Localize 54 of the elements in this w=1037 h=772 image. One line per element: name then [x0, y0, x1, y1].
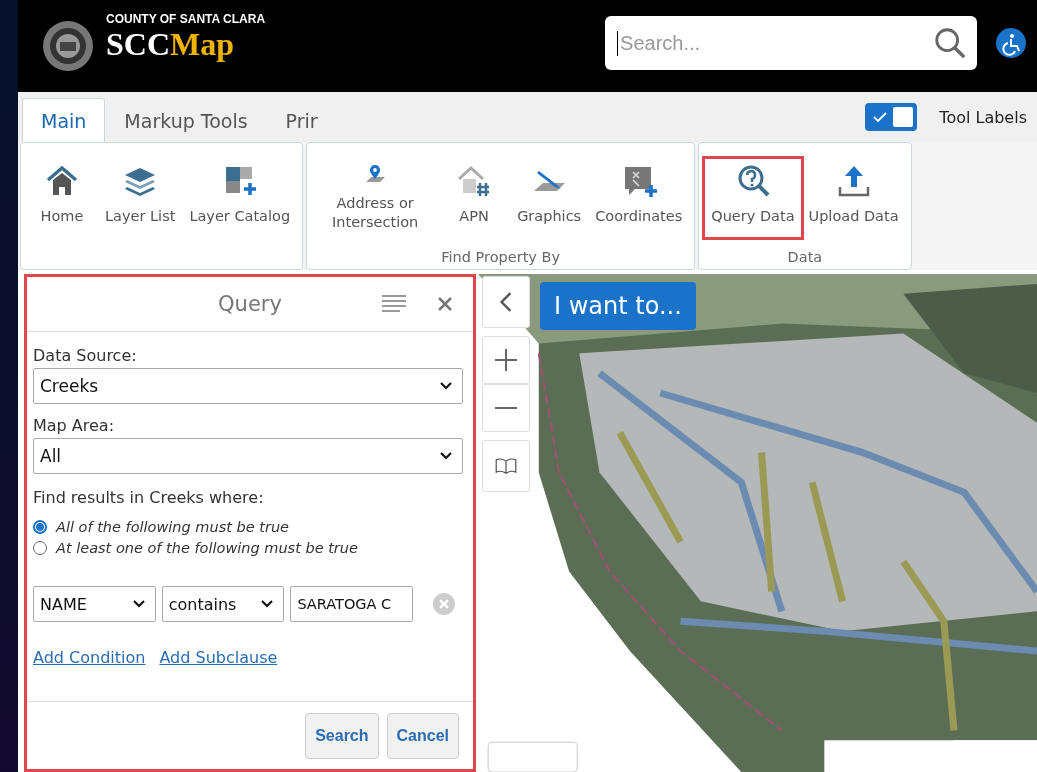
- toolbar-button[interactable]: Home: [27, 159, 97, 237]
- radio-button[interactable]: [33, 520, 47, 534]
- chevron-icon: [261, 600, 274, 608]
- toolbar-button[interactable]: Query Data: [705, 159, 801, 237]
- toggle-switch[interactable]: [865, 103, 918, 131]
- app-name: SCC: [106, 25, 170, 63]
- chevron-icon: [440, 382, 452, 390]
- toggle-label: Tool Labels: [939, 107, 1027, 127]
- close-icon[interactable]: [437, 296, 453, 312]
- book-icon: [495, 455, 517, 477]
- data-source-dropdown[interactable]: Creeks: [33, 368, 463, 404]
- field-dropdown[interactable]: NAME: [33, 586, 156, 622]
- toolbar-button[interactable]: Address or Intersection: [313, 159, 438, 237]
- i-want-to-button[interactable]: I want to...: [540, 282, 696, 330]
- zoom-in-button[interactable]: [482, 336, 530, 384]
- instruction-text: Find results in Creeks where:: [33, 488, 265, 507]
- toolbar-button[interactable]: Layer Catalog: [183, 159, 297, 237]
- link[interactable]: Add Condition: [33, 648, 146, 667]
- minus-icon: [495, 407, 517, 409]
- toolbar-button[interactable]: Layer List: [99, 159, 182, 237]
- map-area-dropdown[interactable]: All: [33, 438, 463, 474]
- collapse-button[interactable]: [482, 276, 530, 328]
- bookmarks-button[interactable]: [482, 440, 530, 492]
- plus-icon: [495, 349, 517, 371]
- group-caption: Find Property By: [441, 249, 561, 267]
- radio-label[interactable]: At least one of the following must be true: [56, 540, 358, 556]
- menu-icon[interactable]: [381, 294, 407, 314]
- field-label: Data Source:: [33, 346, 138, 365]
- toolbar-button[interactable]: Upload Data: [802, 159, 905, 237]
- tab[interactable]: Markup Tools: [105, 98, 267, 142]
- link[interactable]: Add Subclause: [159, 648, 278, 667]
- toolbar-button[interactable]: Graphics: [511, 159, 588, 237]
- check-icon: [873, 112, 888, 122]
- app-name-map: Map: [170, 25, 234, 63]
- chevron-icon: [440, 452, 452, 460]
- radio-label[interactable]: All of the following must be true: [56, 519, 290, 535]
- panel-title: Query: [218, 292, 282, 316]
- toolbar-button[interactable]: APN: [439, 159, 510, 237]
- search-field[interactable]: Search...: [605, 16, 978, 70]
- operator-dropdown[interactable]: contains: [161, 586, 285, 622]
- radio-button[interactable]: [33, 541, 47, 555]
- search-button[interactable]: Search: [305, 712, 379, 759]
- toolbar-button[interactable]: Coordinates: [589, 159, 689, 237]
- chevron-icon: [132, 600, 145, 608]
- group-caption: Data: [787, 249, 823, 267]
- search-icon[interactable]: [933, 26, 968, 60]
- county-seal-icon: [42, 20, 94, 72]
- tab[interactable]: Main: [22, 98, 106, 142]
- value-field[interactable]: SARATOGA C: [290, 586, 414, 622]
- accessibility-icon[interactable]: [996, 28, 1027, 58]
- tab[interactable]: Prir: [266, 98, 337, 142]
- field-label: Map Area:: [33, 416, 116, 435]
- cancel-button[interactable]: Cancel: [386, 712, 459, 759]
- county-name: COUNTY OF SANTA CLARA: [106, 11, 266, 26]
